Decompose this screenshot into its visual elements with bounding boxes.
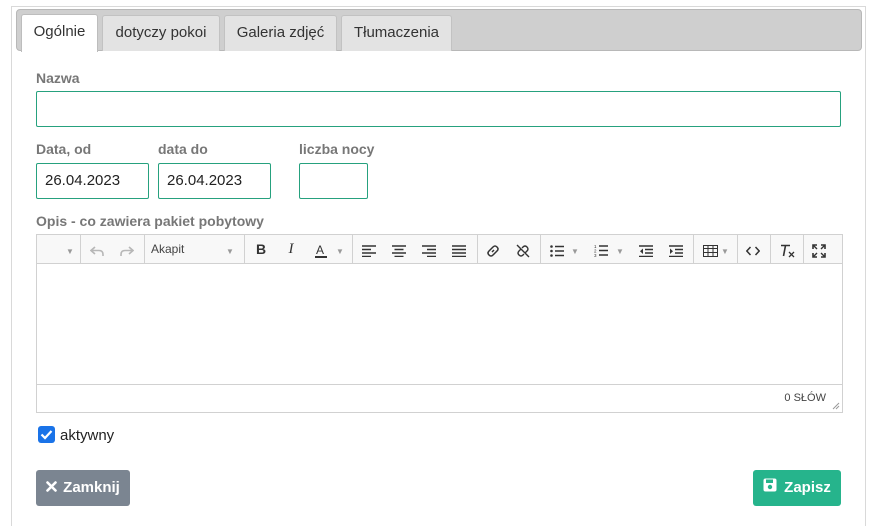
date-from-label: Data, od <box>36 141 92 157</box>
name-input[interactable] <box>36 91 841 127</box>
svg-text:A: A <box>316 243 324 257</box>
tab-dotyczy-pokoi[interactable]: dotyczy pokoi <box>102 15 220 51</box>
text-color-icon[interactable]: A <box>311 235 331 264</box>
editor-statusbar: 0 SŁÓW <box>37 384 842 412</box>
table-dropdown[interactable]: ▼ <box>720 235 730 264</box>
text-color-dropdown[interactable]: ▼ <box>335 235 345 264</box>
numbered-list-icon[interactable]: 123 <box>591 235 611 264</box>
active-label: aktywny <box>60 427 115 444</box>
date-to-input[interactable]: 26.04.2023 <box>158 163 271 199</box>
format-select[interactable]: Akapit <box>151 235 191 264</box>
rich-text-editor: ▼ Akapit ▼ B I A ▼ ▼ 1 2 3 ▼ ▼ 0 SŁÓW <box>36 234 843 413</box>
bullet-list-dropdown[interactable]: ▼ <box>570 235 580 264</box>
tab-bar: Ogólnie dotyczy pokoi Galeria zdjęć Tłum… <box>16 9 862 52</box>
tab-label: Tłumaczenia <box>353 24 440 41</box>
svg-text:3: 3 <box>594 253 597 257</box>
align-justify-icon[interactable] <box>449 235 469 264</box>
align-center-icon[interactable] <box>389 235 409 264</box>
close-button[interactable]: Zamknij <box>36 470 130 506</box>
fullscreen-icon[interactable] <box>809 235 829 264</box>
tab-tlumaczenia[interactable]: Tłumaczenia <box>341 15 452 51</box>
align-right-icon[interactable] <box>419 235 439 264</box>
redo-icon[interactable] <box>117 235 137 264</box>
undo-icon[interactable] <box>87 235 107 264</box>
italic-icon[interactable]: I <box>281 235 301 264</box>
outdent-icon[interactable] <box>636 235 656 264</box>
font-dropdown[interactable]: ▼ <box>65 235 75 264</box>
bullet-list-icon[interactable] <box>547 235 567 264</box>
date-from-input[interactable]: 26.04.2023 <box>36 163 149 199</box>
table-icon[interactable] <box>700 235 720 264</box>
unlink-icon[interactable] <box>513 235 533 264</box>
numbered-list-dropdown[interactable]: ▼ <box>615 235 625 264</box>
resize-handle-icon[interactable] <box>831 401 840 410</box>
save-button[interactable]: Zapisz <box>753 470 841 506</box>
date-to-label: data do <box>158 141 208 157</box>
link-icon[interactable] <box>483 235 503 264</box>
bold-icon[interactable]: B <box>251 235 271 264</box>
description-label: Opis - co zawiera pakiet pobytowy <box>36 213 264 229</box>
indent-icon[interactable] <box>666 235 686 264</box>
nights-label: liczba nocy <box>299 141 375 157</box>
close-button-label: Zamknij <box>63 479 120 496</box>
align-left-icon[interactable] <box>359 235 379 264</box>
tab-galeria-zdjec[interactable]: Galeria zdjęć <box>224 15 337 51</box>
tab-ogolnie[interactable]: Ogólnie <box>21 14 98 52</box>
save-icon <box>763 470 777 506</box>
editor-content-area[interactable] <box>37 264 842 384</box>
clear-formatting-icon[interactable] <box>777 235 797 264</box>
editor-toolbar: ▼ Akapit ▼ B I A ▼ ▼ 1 2 3 ▼ ▼ <box>37 235 842 264</box>
word-count: 0 SŁÓW <box>784 392 826 404</box>
active-checkbox[interactable] <box>38 426 55 443</box>
tab-label: Ogólnie <box>33 23 86 40</box>
tab-label: dotyczy pokoi <box>115 24 207 41</box>
check-icon <box>40 430 53 440</box>
name-label: Nazwa <box>36 70 80 86</box>
tab-label: Galeria zdjęć <box>236 24 325 41</box>
chevron-down-icon[interactable]: ▼ <box>225 235 235 264</box>
source-code-icon[interactable] <box>743 235 763 264</box>
close-icon <box>46 470 57 506</box>
nights-input[interactable] <box>299 163 368 199</box>
save-button-label: Zapisz <box>784 479 831 496</box>
